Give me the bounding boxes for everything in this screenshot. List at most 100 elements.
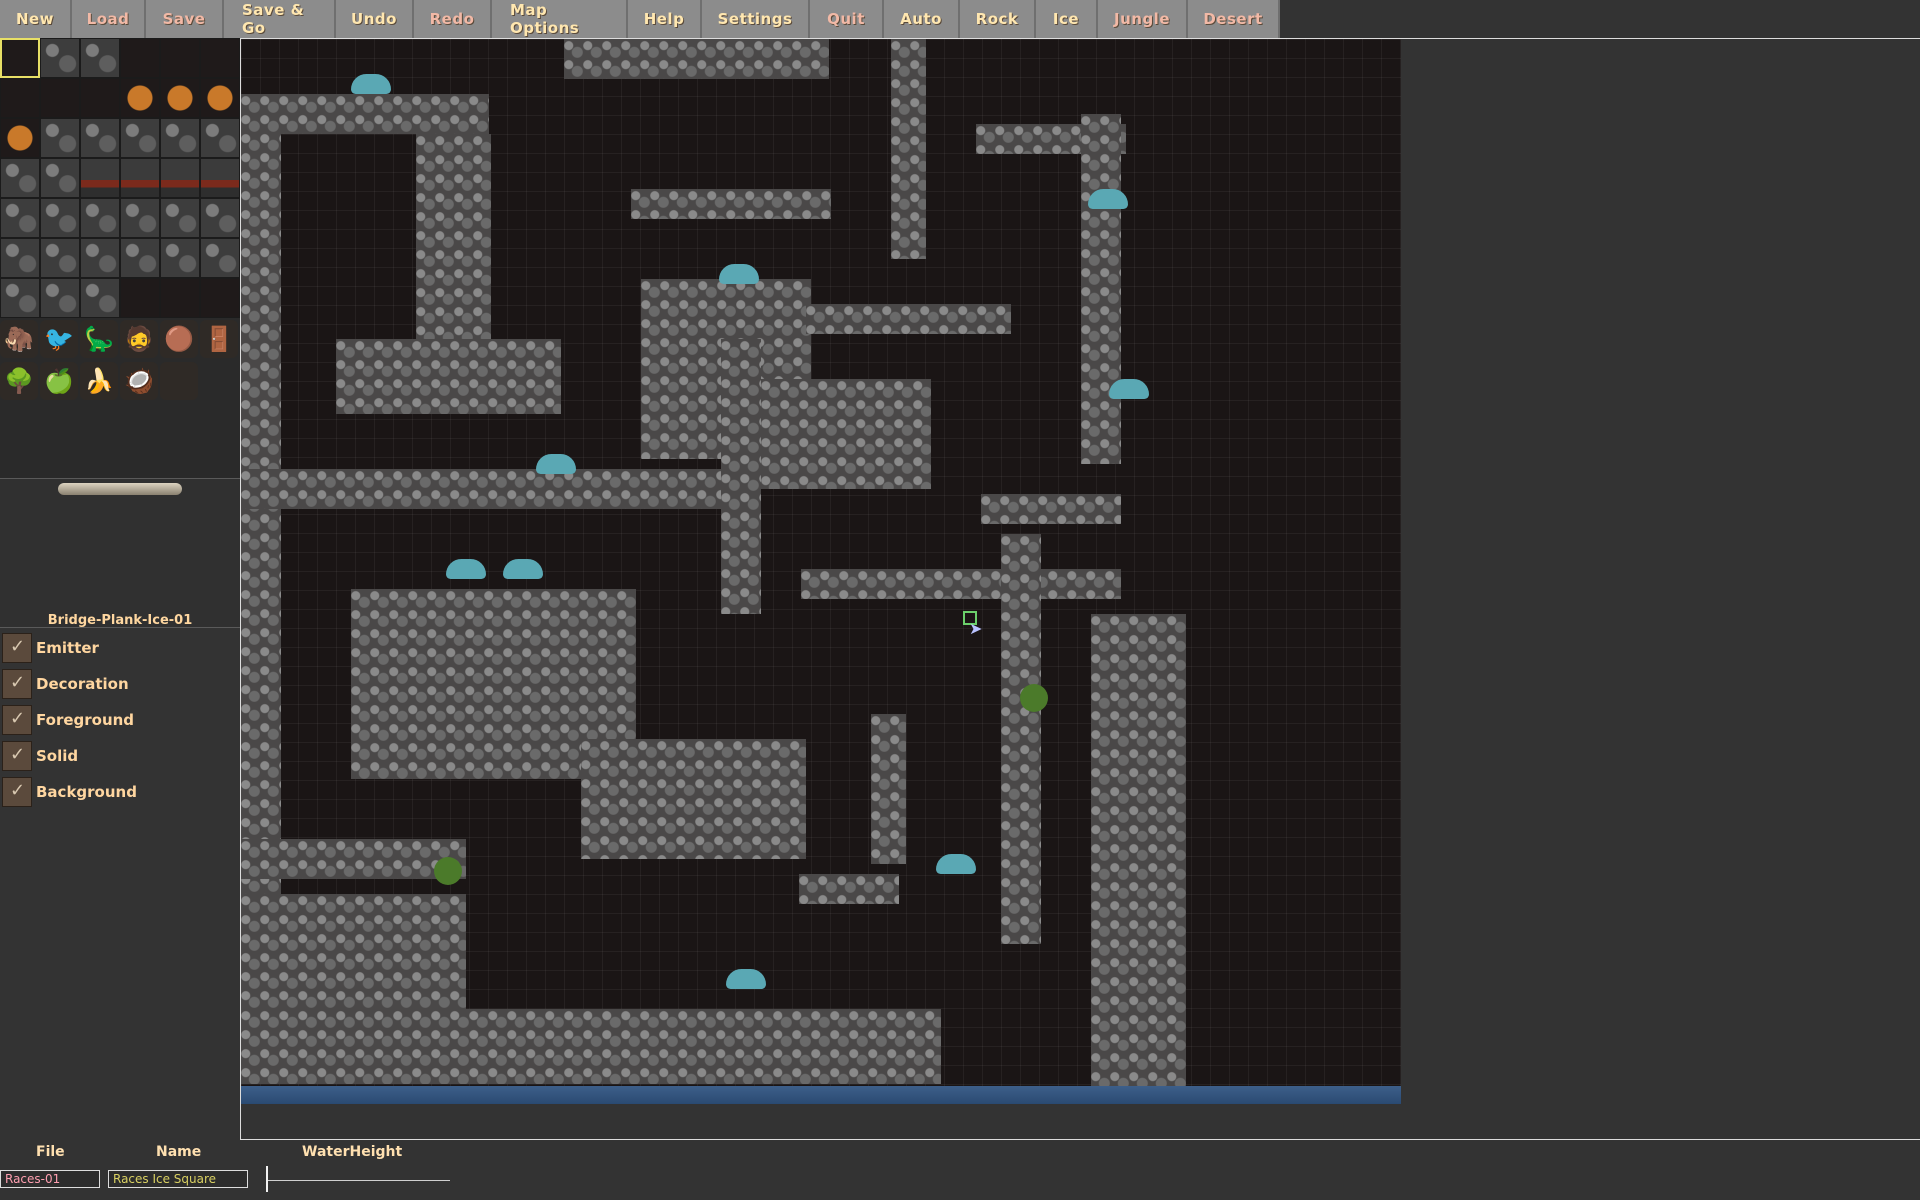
tile-slot[interactable] — [0, 238, 40, 278]
tile-slot[interactable] — [200, 238, 240, 278]
tile-slot[interactable] — [200, 198, 240, 238]
waterheight-slider-track[interactable] — [266, 1180, 450, 1181]
creature-sprite-icon[interactable] — [719, 264, 759, 284]
bird-sprite-icon[interactable]: 🐦 — [40, 320, 78, 358]
undo-button[interactable]: Undo — [336, 0, 414, 38]
tile-slot[interactable] — [160, 38, 200, 78]
layer-checkbox[interactable] — [2, 633, 32, 663]
tile-slot[interactable] — [40, 38, 80, 78]
rock-column — [1091, 614, 1186, 1104]
creature-sprite-icon[interactable] — [1109, 379, 1149, 399]
dino-sprite-icon[interactable]: 🦕 — [80, 320, 118, 358]
creature-sprite-icon[interactable] — [726, 969, 766, 989]
tile-slot[interactable] — [120, 238, 160, 278]
tile-slot[interactable] — [80, 78, 120, 118]
creature-sprite-icon[interactable] — [351, 74, 391, 94]
plank-preview-icon — [58, 483, 182, 495]
gate-sprite-icon[interactable]: 🚪 — [200, 320, 238, 358]
layer-emitter[interactable]: Emitter — [0, 630, 240, 666]
name-label: Name — [156, 1144, 202, 1160]
bottom-status: File Name WaterHeight Races-01 Races Ice… — [0, 1140, 1920, 1200]
load-button[interactable]: Load — [72, 0, 146, 38]
waterheight-slider-handle[interactable] — [266, 1166, 268, 1192]
tile-slot[interactable] — [80, 238, 120, 278]
quit-button[interactable]: Quit — [810, 0, 884, 38]
jungle-button[interactable]: Jungle — [1098, 0, 1188, 38]
layer-foreground[interactable]: Foreground — [0, 702, 240, 738]
help-button[interactable]: Help — [628, 0, 702, 38]
tile-slot[interactable] — [200, 38, 240, 78]
tile-slot[interactable] — [40, 158, 80, 198]
settings-button[interactable]: Settings — [702, 0, 810, 38]
layer-label: Solid — [36, 747, 79, 765]
new-button[interactable]: New — [0, 0, 72, 38]
save-button[interactable]: Save — [146, 0, 224, 38]
coconut-sprite-icon[interactable]: 🥥 — [120, 362, 158, 400]
tile-slot[interactable] — [0, 78, 40, 118]
tile-slot[interactable] — [0, 198, 40, 238]
layer-decoration[interactable]: Decoration — [0, 666, 240, 702]
tile-slot[interactable] — [0, 38, 40, 78]
tile-slot[interactable] — [160, 118, 200, 158]
tree-sprite-icon[interactable] — [434, 857, 462, 885]
empty-sprite-icon[interactable] — [160, 362, 198, 400]
tile-slot[interactable] — [40, 78, 80, 118]
ice-button[interactable]: Ice — [1036, 0, 1098, 38]
tile-slot[interactable] — [80, 198, 120, 238]
tile-slot[interactable] — [80, 118, 120, 158]
tree-sprite-icon[interactable]: 🌳 — [0, 362, 38, 400]
desert-button[interactable]: Desert — [1188, 0, 1280, 38]
banana-sprite-icon[interactable]: 🍌 — [80, 362, 118, 400]
tile-slot[interactable] — [160, 78, 200, 118]
layer-background[interactable]: Background — [0, 774, 240, 810]
file-input[interactable]: Races-01 — [0, 1170, 100, 1188]
layer-solid[interactable]: Solid — [0, 738, 240, 774]
tile-slot[interactable] — [200, 158, 240, 198]
layer-checkbox[interactable] — [2, 705, 32, 735]
layer-checkbox[interactable] — [2, 669, 32, 699]
tile-slot[interactable] — [80, 38, 120, 78]
tile-slot[interactable] — [80, 278, 120, 318]
rock-ledge — [336, 339, 561, 414]
tile-slot[interactable] — [0, 278, 40, 318]
tile-slot[interactable] — [80, 158, 120, 198]
auto-button[interactable]: Auto — [884, 0, 960, 38]
creature-sprite-icon[interactable] — [936, 854, 976, 874]
map-options-button[interactable]: Map Options — [492, 0, 628, 38]
tile-slot[interactable] — [160, 158, 200, 198]
waterheight-label: WaterHeight — [302, 1144, 403, 1160]
tile-slot[interactable] — [200, 118, 240, 158]
tile-slot[interactable] — [40, 278, 80, 318]
apple-sprite-icon[interactable]: 🍏 — [40, 362, 78, 400]
tile-slot[interactable] — [40, 198, 80, 238]
layer-checkbox[interactable] — [2, 777, 32, 807]
tile-slot[interactable] — [120, 118, 160, 158]
save-and-go-button[interactable]: Save & Go — [224, 0, 336, 38]
tile-slot[interactable] — [0, 158, 40, 198]
caveman-sprite-icon[interactable]: 🧔 — [120, 320, 158, 358]
tile-slot[interactable] — [120, 78, 160, 118]
creature-sprite-icon[interactable] — [1088, 189, 1128, 209]
rock-button[interactable]: Rock — [960, 0, 1036, 38]
name-input[interactable]: Races Ice Square — [108, 1170, 248, 1188]
tile-slot[interactable] — [200, 78, 240, 118]
blob-sprite-icon[interactable]: 🟤 — [160, 320, 198, 358]
redo-button[interactable]: Redo — [414, 0, 492, 38]
tile-slot[interactable] — [120, 158, 160, 198]
map-canvas[interactable]: ➤ — [241, 39, 1401, 1104]
tile-slot[interactable] — [120, 38, 160, 78]
tree-sprite-icon[interactable] — [1020, 684, 1048, 712]
tile-slot[interactable] — [40, 238, 80, 278]
tile-slot[interactable] — [160, 198, 200, 238]
tile-slot[interactable] — [120, 198, 160, 238]
tile-slot[interactable] — [40, 118, 80, 158]
creature-sprite-icon[interactable] — [503, 559, 543, 579]
layer-checkbox[interactable] — [2, 741, 32, 771]
tile-slot[interactable] — [0, 118, 40, 158]
rock-ledge — [981, 494, 1121, 524]
tile-slot[interactable] — [160, 238, 200, 278]
rock-column — [871, 714, 906, 864]
creature-sprite-icon[interactable] — [446, 559, 486, 579]
creature-sprite-icon[interactable] — [536, 454, 576, 474]
mammoth-sprite-icon[interactable]: 🦣 — [0, 320, 38, 358]
